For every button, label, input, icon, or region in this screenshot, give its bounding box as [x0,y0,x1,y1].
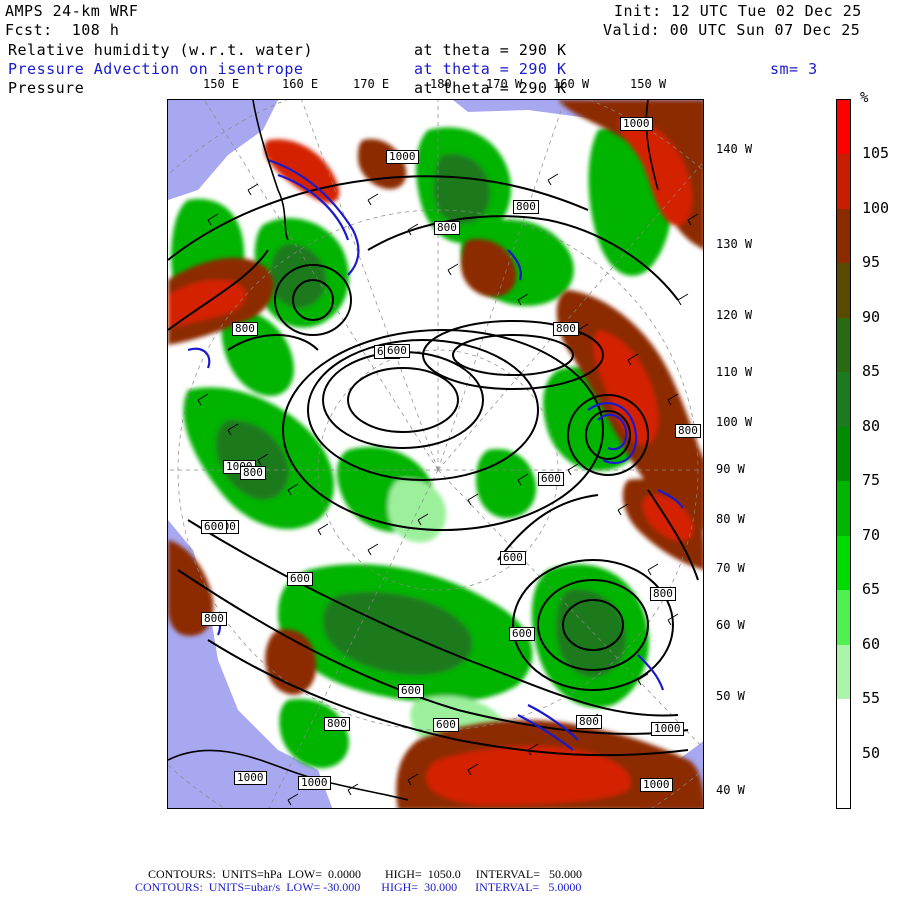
colorbar-tick-label: 50 [862,743,881,762]
field3-title: Pressure [8,79,85,97]
contour-label: 1000 [640,778,673,792]
contour-label: 800 [553,322,579,336]
top-lon-label: 170 W [486,77,523,91]
top-lon-label: 150 W [630,77,667,91]
colorbar-tick-label: 100 [862,198,890,217]
field2-smoothing: sm= 3 [770,60,818,78]
isentropic-map [168,100,703,808]
colorbar-tick-label: 80 [862,416,881,435]
top-lon-label: 150 E [203,77,240,91]
colorbar-segment [837,644,850,700]
valid-time: Valid: 00 UTC Sun 07 Dec 25 [603,21,861,39]
colorbar-tick-label: 75 [862,471,881,490]
contour-label: 800 [650,587,676,601]
colorbar-segment [837,100,850,155]
right-lon-label: 130 W [716,237,753,251]
colorbar-segment [837,699,850,755]
colorbar-tick-label: 55 [862,689,881,708]
contour-label: 800 [576,715,602,729]
colorbar-tick-label: 65 [862,580,881,599]
contour-label: 600 [538,472,564,486]
model-name: AMPS 24-km WRF [5,2,139,20]
colorbar-tick-label: 85 [862,362,881,381]
contour-label: 600 [433,718,459,732]
colorbar-tick-label: 90 [862,307,881,326]
colorbar-segment [837,208,850,264]
footer-contours-advection: CONTOURS: UNITS=ubar/s LOW= -30.000 HIGH… [135,880,582,894]
colorbar [836,99,851,809]
contour-label: 800 [240,466,266,480]
colorbar-segment [837,154,850,210]
colorbar-tick-label: 60 [862,634,881,653]
top-lon-label: 170 E [353,77,390,91]
colorbar-segment [837,753,850,809]
contour-label: 600 [384,344,410,358]
contour-label: 800 [434,221,460,235]
top-lon-label: 160 E [282,77,319,91]
contour-label: 1000 [298,776,331,790]
colorbar-segment [837,590,850,646]
field1-level: at theta = 290 K [414,41,567,59]
colorbar-tick-label: 105 [862,144,890,163]
colorbar-segment [837,535,850,591]
forecast-hour: Fcst: 108 h [5,21,120,39]
top-lon-label: 160 W [553,77,590,91]
contour-label: 1000 [234,771,267,785]
field2-title: Pressure Advection on isentrope [8,60,304,78]
colorbar-tick-label: 95 [862,253,881,272]
right-lon-label: 70 W [716,561,745,575]
contour-label: 600 [509,627,535,641]
contour-label: 600 [398,684,424,698]
colorbar-segment [837,481,850,537]
right-lon-label: 110 W [716,365,753,379]
right-lon-label: 100 W [716,415,753,429]
contour-label: 800 [675,424,701,438]
right-lon-label: 40 W [716,783,745,797]
top-lon-label: 180 [430,77,452,91]
contour-label: 600 [500,551,526,565]
colorbar-segment [837,263,850,319]
right-lon-label: 50 W [716,689,745,703]
colorbar-unit: % [860,90,869,106]
field2-level: at theta = 290 K [414,60,567,78]
contour-label: 800 [324,717,350,731]
contour-label: 1000 [620,117,653,131]
contour-label: 600 [201,520,227,534]
right-lon-label: 90 W [716,462,745,476]
right-lon-label: 80 W [716,512,745,526]
contour-label: 800 [201,612,227,626]
colorbar-segment [837,426,850,482]
right-lon-label: 120 W [716,308,753,322]
right-lon-label: 140 W [716,142,753,156]
colorbar-tick-label: 70 [862,525,881,544]
contour-label: 600 [287,572,313,586]
right-lon-label: 60 W [716,618,745,632]
contour-label: 800 [513,200,539,214]
colorbar-segment [837,372,850,428]
field1-title: Relative humidity (w.r.t. water) [8,41,313,59]
map-panel: 1000 1000 800 800 800 800 600 800 600 10… [167,99,704,809]
contour-label: 1000 [651,722,684,736]
colorbar-segment [837,317,850,373]
contour-label: 800 [232,322,258,336]
contour-label: 1000 [386,150,419,164]
init-time: Init: 12 UTC Tue 02 Dec 25 [614,2,862,20]
